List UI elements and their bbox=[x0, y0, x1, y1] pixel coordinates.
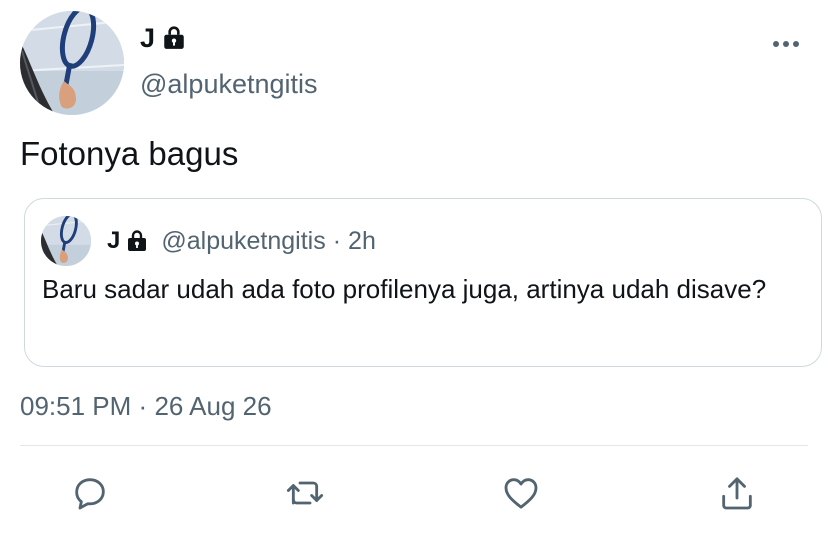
retweet-icon bbox=[286, 481, 324, 505]
share-button[interactable] bbox=[717, 473, 757, 513]
author-handle[interactable]: @alpuketngitis bbox=[140, 66, 318, 102]
author-display-name: J bbox=[140, 23, 156, 53]
divider bbox=[20, 445, 808, 446]
quoted-tweet-card[interactable]: J @alpuketngitis · 2h Baru sadar udah ad… bbox=[24, 198, 822, 367]
tennis-racket-avatar-icon bbox=[41, 216, 91, 266]
quoted-tweet-header: J @alpuketngitis · 2h bbox=[41, 216, 376, 266]
reply-button[interactable] bbox=[70, 473, 110, 513]
lock-icon bbox=[164, 26, 184, 49]
tennis-racket-avatar-icon bbox=[20, 11, 124, 115]
retweet-button[interactable] bbox=[285, 473, 325, 513]
quoted-handle: @alpuketngitis bbox=[161, 226, 326, 255]
like-button[interactable] bbox=[501, 473, 541, 513]
reply-icon bbox=[75, 478, 105, 510]
quoted-display-name: J bbox=[107, 227, 121, 254]
tweet-detail: J @alpuketngitis Fotonya bagus J @alpuke… bbox=[0, 0, 828, 537]
like-icon bbox=[504, 478, 538, 509]
quoted-author-avatar bbox=[41, 216, 91, 266]
lock-icon bbox=[128, 230, 147, 251]
quoted-timestamp: 2h bbox=[348, 226, 376, 255]
author-name-row[interactable]: J bbox=[140, 22, 187, 54]
timestamp-separator: · bbox=[138, 391, 148, 421]
share-icon bbox=[722, 477, 752, 510]
tweet-date[interactable]: 26 Aug 26 bbox=[154, 391, 271, 421]
tweet-timestamp: 09:51 PM · 26 Aug 26 bbox=[20, 389, 272, 423]
quoted-separator: · bbox=[332, 226, 342, 255]
quoted-tweet-text: Baru sadar udah ada foto profilenya juga… bbox=[42, 274, 767, 304]
author-avatar[interactable] bbox=[20, 11, 124, 115]
tweet-text: Fotonya bagus bbox=[20, 135, 239, 172]
more-options-icon[interactable] bbox=[768, 32, 804, 56]
tweet-time[interactable]: 09:51 PM bbox=[20, 391, 131, 421]
